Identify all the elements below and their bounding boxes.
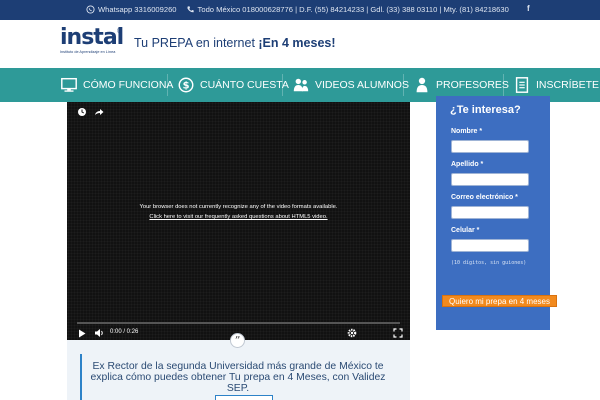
site-header: instal Instituto de Aprendizaje en Línea… — [0, 20, 600, 68]
logo-registered-mark: ® — [117, 29, 122, 35]
correo-input[interactable] — [451, 206, 529, 219]
top-contact-bar: Whatsapp 3316009260 Todo México 01800062… — [0, 0, 600, 20]
nav-item-como-funciona[interactable]: CÓMO FUNCIONA — [60, 68, 173, 102]
nav-divider — [503, 74, 504, 96]
nav-divider — [282, 74, 283, 96]
dollar-icon: $ — [178, 77, 194, 93]
nav-label: PROFESORES — [436, 79, 509, 91]
logo-subtitle: Instituto de Aprendizaje en Línea — [60, 50, 116, 54]
form-label-nombre: Nombre * — [451, 128, 483, 135]
nav-item-videos-alumnos[interactable]: VIDEOS ALUMNOS — [292, 68, 409, 102]
nav-label: CUÁNTO CUESTA — [200, 79, 289, 91]
video-faq-link[interactable]: Click here to visit our frequently asked… — [67, 212, 410, 222]
volume-icon[interactable] — [94, 328, 105, 338]
phone-icon — [186, 6, 194, 13]
quote-icon: ” — [230, 333, 245, 348]
settings-gear-icon[interactable] — [347, 328, 357, 338]
site-logo[interactable]: instal Instituto de Aprendizaje en Línea… — [60, 25, 124, 61]
nav-label: CÓMO FUNCIONA — [83, 79, 174, 91]
play-icon[interactable] — [78, 329, 86, 338]
video-progress-bar[interactable] — [77, 322, 400, 324]
apellido-input[interactable] — [451, 173, 529, 186]
form-label-celular: Celular * — [451, 227, 480, 234]
contact-info: Whatsapp 3316009260 Todo México 01800062… — [86, 5, 509, 14]
facebook-icon[interactable]: f — [527, 4, 530, 13]
users-icon — [293, 78, 309, 92]
phone-numbers: Todo México 018000628776 | D.F. (55) 842… — [197, 5, 509, 14]
form-icon — [515, 77, 529, 93]
nombre-input[interactable] — [451, 140, 529, 153]
celular-hint: (10 dígitos, sin guiones) — [451, 260, 527, 266]
nav-divider — [167, 74, 168, 96]
tagline-part-3: ¡En 4 meses! — [254, 36, 336, 50]
form-title: ¿Te interesa? — [450, 104, 521, 116]
video-player[interactable]: Your browser does not currently recogniz… — [67, 102, 410, 340]
tagline-part-1: Tu PREPA — [134, 36, 196, 50]
user-icon — [416, 77, 428, 93]
video-time: 0:00 / 0:26 — [110, 329, 139, 335]
monitor-icon — [61, 77, 77, 92]
signup-form: ¿Te interesa? Nombre * Apellido * Correo… — [436, 96, 557, 330]
form-label-apellido: Apellido * — [451, 161, 484, 168]
description-button[interactable] — [215, 395, 273, 400]
nav-divider — [403, 74, 404, 96]
form-label-correo: Correo electrónico * — [451, 194, 518, 201]
whatsapp-icon — [86, 5, 95, 14]
submit-button[interactable]: Quiero mi prepa en 4 meses — [442, 295, 557, 307]
tagline-part-2: en internet — [195, 36, 255, 50]
svg-text:$: $ — [183, 81, 190, 92]
watch-later-icon[interactable] — [77, 107, 87, 117]
nav-label: VIDEOS ALUMNOS — [315, 79, 409, 91]
site-tagline: Tu PREPA en internet ¡En 4 meses! — [134, 36, 336, 50]
description-accent-bar — [80, 354, 82, 400]
whatsapp-number[interactable]: Whatsapp 3316009260 — [98, 5, 177, 14]
video-unsupported-message: Your browser does not currently recogniz… — [67, 202, 410, 222]
logo-wordmark: instal — [60, 25, 124, 50]
fullscreen-icon[interactable] — [393, 328, 403, 338]
nav-label: INSCRÍBETE — [536, 79, 600, 91]
nav-item-cuanto-cuesta[interactable]: $ CUÁNTO CUESTA — [177, 68, 289, 102]
share-icon[interactable] — [94, 107, 104, 117]
celular-input[interactable] — [451, 239, 529, 252]
video-format-notice: Your browser does not currently recogniz… — [139, 204, 338, 210]
video-description-text: Ex Rector de la segunda Universidad más … — [90, 361, 386, 394]
